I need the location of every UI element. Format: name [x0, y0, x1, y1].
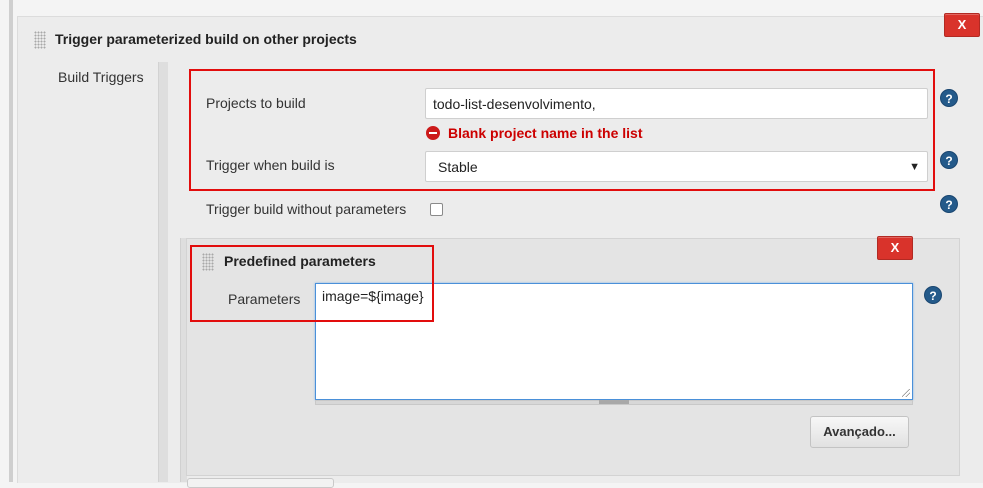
build-triggers-label: Build Triggers	[58, 69, 144, 85]
section-title: Trigger parameterized build on other pro…	[55, 31, 357, 47]
delete-section-button[interactable]: X	[944, 13, 980, 37]
parameters-help-icon[interactable]: ?	[924, 286, 942, 304]
annotation-highlight-box	[189, 69, 935, 191]
column-divider	[158, 62, 168, 482]
advanced-button[interactable]: Avançado...	[810, 416, 909, 448]
trigger-without-params-label: Trigger build without parameters	[206, 201, 407, 217]
annotation-highlight-box	[190, 245, 434, 322]
page-left-rail	[9, 0, 13, 482]
resize-handle-icon[interactable]	[902, 389, 910, 397]
textarea-grip[interactable]	[599, 400, 629, 404]
trigger-help-icon[interactable]: ?	[940, 151, 958, 169]
add-parameters-button[interactable]	[187, 478, 334, 488]
trigger-without-params-checkbox[interactable]	[430, 203, 443, 216]
trigger-without-params-help-icon[interactable]: ?	[940, 195, 958, 213]
projects-help-icon[interactable]: ?	[940, 89, 958, 107]
delete-predefined-button[interactable]: X	[877, 236, 913, 260]
drag-handle-icon[interactable]	[34, 31, 46, 49]
